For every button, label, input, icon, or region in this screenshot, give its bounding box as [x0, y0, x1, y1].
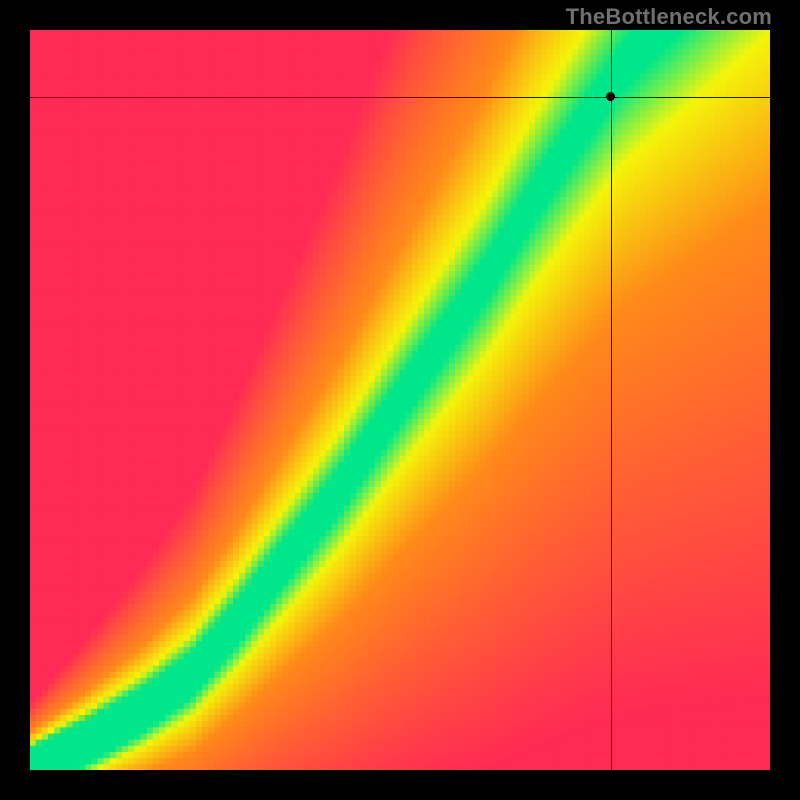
- app-root: TheBottleneck.com: [0, 0, 800, 800]
- heatmap-canvas: [30, 30, 770, 770]
- heatmap-plot: [30, 30, 770, 770]
- watermark: TheBottleneck.com: [566, 4, 772, 30]
